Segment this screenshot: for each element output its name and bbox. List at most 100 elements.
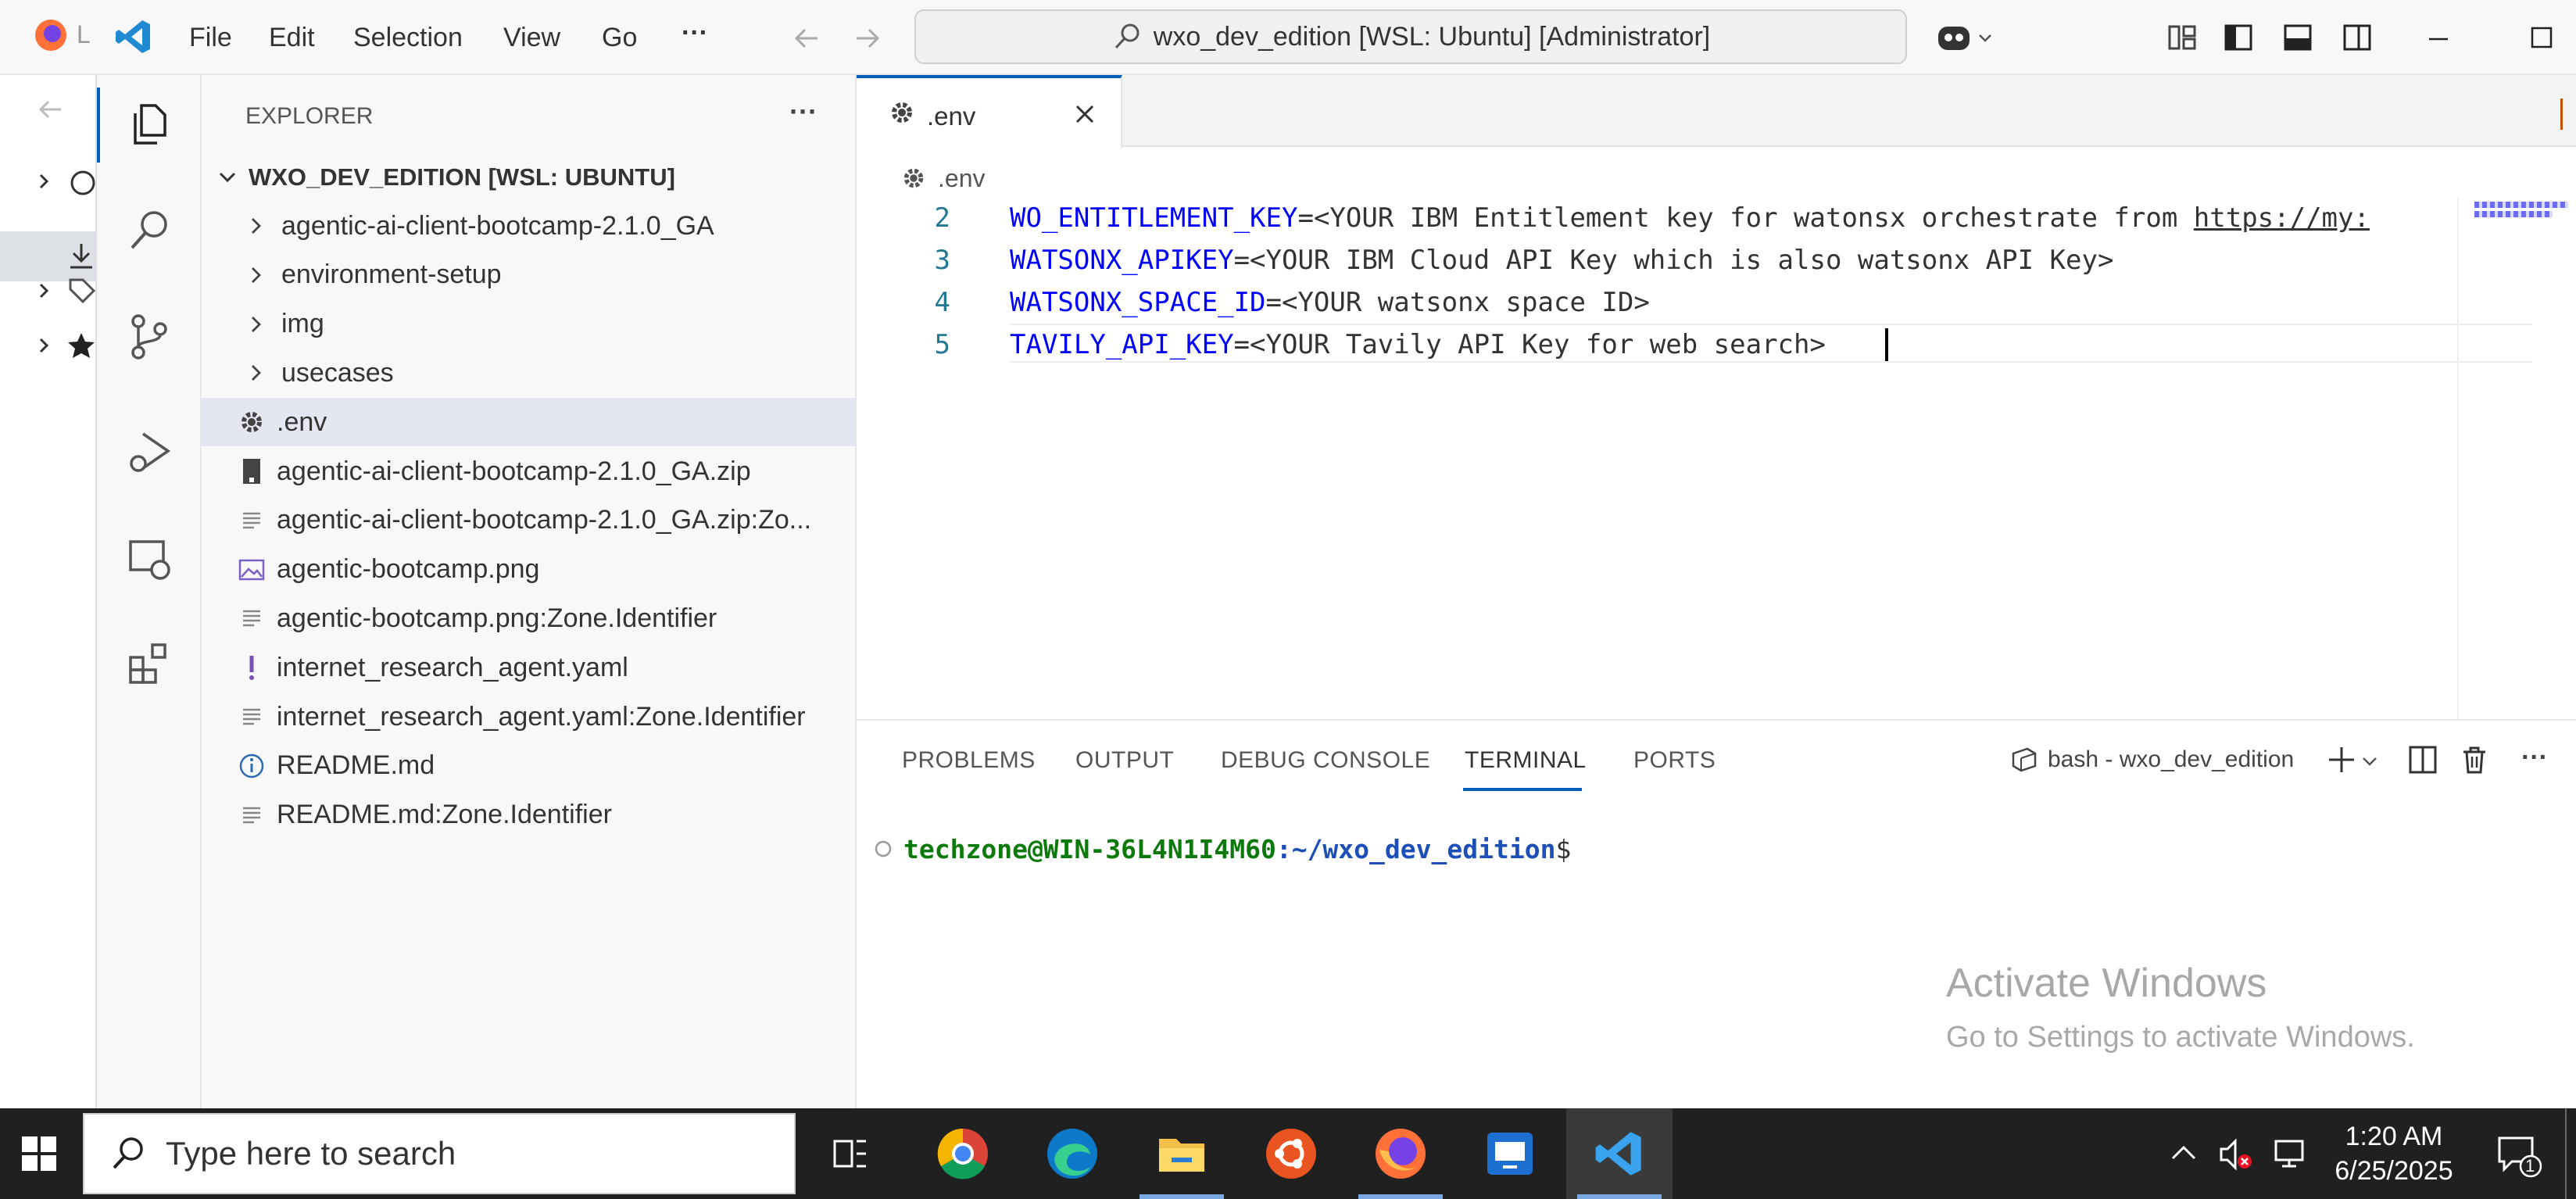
tree-item-icon xyxy=(234,457,269,485)
tree-file-item[interactable]: .env xyxy=(202,398,855,447)
circle-icon xyxy=(875,840,892,857)
menu-view[interactable]: View xyxy=(503,20,560,55)
explorer-more-button[interactable]: ··· xyxy=(789,95,818,128)
explorer-icon[interactable] xyxy=(116,91,183,158)
menu-selection[interactable]: Selection xyxy=(353,20,463,55)
tree-file-item[interactable]: README.md:Zone.Identifier xyxy=(202,791,855,839)
vscode-logo-icon xyxy=(114,17,153,56)
copilot-icon xyxy=(1938,27,1970,50)
env-key: WO_ENTITLEMENT_KEY xyxy=(1010,202,1298,234)
new-terminal-icon[interactable] xyxy=(2326,744,2357,775)
remote-explorer-icon[interactable] xyxy=(116,525,183,592)
tree-folder-item[interactable]: environment-setup xyxy=(202,251,855,299)
tab-problems[interactable]: PROBLEMS xyxy=(902,747,1036,774)
minimap[interactable] xyxy=(2457,197,2576,719)
run-debug-icon[interactable] xyxy=(116,419,183,486)
edge-icon[interactable] xyxy=(1019,1108,1125,1199)
chevron-down-icon[interactable] xyxy=(2360,752,2379,771)
tab-terminal[interactable]: TERMINAL xyxy=(1465,747,1587,774)
tree-file-item[interactable]: agentic-ai-client-bootcamp-2.1.0_GA.zip xyxy=(202,447,855,496)
network-icon[interactable] xyxy=(2271,1135,2310,1174)
menu-file[interactable]: File xyxy=(189,20,232,55)
breadcrumb[interactable]: .env xyxy=(900,163,985,194)
active-tab-indicator xyxy=(1463,788,1582,791)
clock[interactable]: 1:20 AM 6/25/2025 xyxy=(2320,1119,2468,1190)
tree-folder-item[interactable]: agentic-ai-client-bootcamp-2.1.0_GA xyxy=(202,202,855,250)
trash-icon[interactable] xyxy=(2459,744,2490,775)
toggle-secondary-sidebar-icon[interactable] xyxy=(2342,22,2373,53)
toggle-primary-sidebar-icon[interactable] xyxy=(2223,22,2254,53)
tree-file-item[interactable]: internet_research_agent.yaml xyxy=(202,643,855,692)
search-icon xyxy=(113,1137,143,1169)
extensions-icon[interactable] xyxy=(116,630,183,697)
file-explorer-icon[interactable] xyxy=(1129,1108,1235,1199)
tab-env[interactable]: .env xyxy=(857,75,1122,149)
menu-go[interactable]: Go xyxy=(602,20,637,55)
code-line[interactable]: 3 WATSONX_APIKEY=<YOUR IBM Cloud API Key … xyxy=(857,239,2459,281)
remote-desktop-icon[interactable] xyxy=(1457,1108,1563,1199)
notification-center-icon[interactable]: 1 xyxy=(2493,1130,2543,1180)
tab-ports[interactable]: PORTS xyxy=(1633,747,1716,774)
gear-icon xyxy=(242,412,262,433)
tree-item-label: agentic-ai-client-bootcamp-2.1.0_GA.zip:… xyxy=(277,505,812,535)
tree-file-item[interactable]: README.md xyxy=(202,742,855,790)
task-view-icon[interactable] xyxy=(797,1108,903,1199)
windows-start-icon[interactable] xyxy=(0,1108,78,1199)
back-arrow-icon[interactable] xyxy=(789,20,825,56)
vscode-taskbar-icon[interactable] xyxy=(1566,1108,1673,1199)
code-line[interactable]: 2 WO_ENTITLEMENT_KEY=<YOUR IBM Entitlemen… xyxy=(857,197,2459,239)
forward-arrow-icon[interactable] xyxy=(849,20,885,56)
menu-edit[interactable]: Edit xyxy=(269,20,315,55)
chevron-right-icon xyxy=(39,174,49,189)
menu-more-button[interactable]: ··· xyxy=(682,16,708,50)
tree-item-icon xyxy=(234,607,269,630)
yaml-file-icon xyxy=(249,656,254,681)
text-file-icon xyxy=(243,610,260,627)
tree-folder-item[interactable]: usecases xyxy=(202,349,855,397)
tree-file-item[interactable]: agentic-ai-client-bootcamp-2.1.0_GA.zip:… xyxy=(202,496,855,545)
code-line[interactable]: 4 WATSONX_SPACE_ID=<YOUR watsonx space ID… xyxy=(857,281,2459,324)
minimize-icon[interactable] xyxy=(2423,22,2454,53)
tree-file-item[interactable]: agentic-bootcamp.png:Zone.Identifier xyxy=(202,594,855,642)
firefox-icon[interactable] xyxy=(33,17,69,53)
toggle-panel-icon[interactable] xyxy=(2282,22,2313,53)
workspace-root[interactable]: WXO_DEV_EDITION [WSL: UBUNTU] xyxy=(202,153,855,202)
source-control-icon[interactable] xyxy=(116,303,183,370)
show-desktop-button[interactable] xyxy=(2565,1108,2576,1199)
terminal-selector[interactable]: bash - wxo_dev_edition xyxy=(2010,743,2294,777)
customize-layout-icon[interactable] xyxy=(2166,22,2198,53)
tree-item-label: internet_research_agent.yaml:Zone.Identi… xyxy=(277,701,806,732)
info-icon xyxy=(239,753,264,778)
chevron-down-icon xyxy=(1979,34,1991,42)
panel-more-button[interactable]: ··· xyxy=(2521,743,2548,773)
maximize-icon[interactable] xyxy=(2526,22,2557,53)
env-link[interactable]: https://my: xyxy=(2194,202,2370,234)
editor-tabs: .env xyxy=(857,75,2576,149)
code-editor[interactable]: 2 WO_ENTITLEMENT_KEY=<YOUR IBM Entitlemen… xyxy=(857,197,2459,369)
volume-muted-icon[interactable] xyxy=(2216,1135,2256,1174)
command-center[interactable]: wxo_dev_edition [WSL: Ubuntu] [Administr… xyxy=(914,9,1907,64)
copilot-button[interactable] xyxy=(1935,19,1998,56)
tree-file-item[interactable]: agentic-bootcamp.png xyxy=(202,546,855,594)
firefox-icon[interactable] xyxy=(1347,1108,1454,1199)
tab-debug-console[interactable]: DEBUG CONSOLE xyxy=(1221,747,1430,774)
tab-output[interactable]: OUTPUT xyxy=(1075,747,1174,774)
ubuntu-icon[interactable] xyxy=(1238,1108,1344,1199)
tree-file-item[interactable]: internet_research_agent.yaml:Zone.Identi… xyxy=(202,693,855,741)
split-terminal-icon[interactable] xyxy=(2407,744,2438,775)
tree-item-icon xyxy=(234,408,269,436)
search-icon[interactable] xyxy=(116,197,183,264)
terminal-output[interactable]: techzone@WIN-36L4N1I4M60:~/wxo_dev_editi… xyxy=(872,830,1571,868)
env-key: WATSONX_APIKEY xyxy=(1010,245,1234,276)
gear-icon xyxy=(903,168,924,188)
chrome-icon[interactable] xyxy=(910,1108,1016,1199)
text-cursor xyxy=(1885,328,1888,361)
taskbar-search-box[interactable]: Type here to search xyxy=(83,1113,796,1194)
tree-item-icon xyxy=(239,314,274,335)
chevron-up-icon[interactable] xyxy=(2166,1136,2201,1171)
close-icon[interactable] xyxy=(1072,102,1097,127)
tree-folder-item[interactable]: img xyxy=(202,300,855,349)
code-line[interactable]: 5 TAVILY_API_KEY=<YOUR Tavily API Key for… xyxy=(857,324,2459,366)
search-icon xyxy=(1114,23,1140,49)
notification-count: 1 xyxy=(2525,1156,2535,1176)
